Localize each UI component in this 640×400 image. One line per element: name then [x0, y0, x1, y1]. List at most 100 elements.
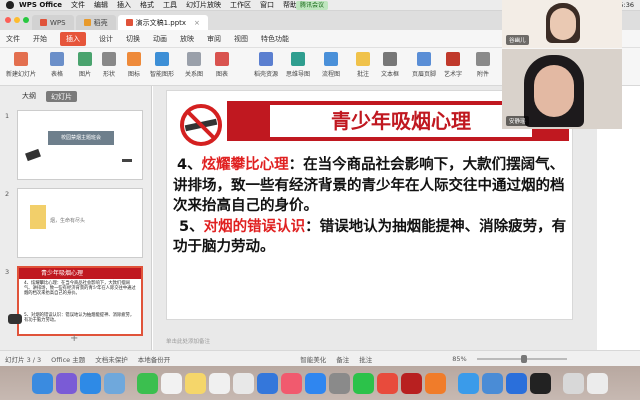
- thumb-text-1: 4、炫耀攀比心理：在当今商品社会影响下，大款们摆阔气、讲排场，致一些有经济背景的…: [24, 281, 136, 297]
- comment-toggle[interactable]: 批注: [359, 354, 372, 364]
- tab-presentation[interactable]: 演示文稿1.pptx ×: [117, 15, 208, 30]
- menu-edit[interactable]: 编辑: [94, 0, 108, 10]
- slide-thumbnail-3[interactable]: 青少年吸烟心理 4、炫耀攀比心理：在当今商品社会影响下，大款们摆阔气、讲排场，致…: [17, 266, 143, 336]
- qq-penguin-icon[interactable]: [530, 372, 551, 394]
- slide-thumbnail-1[interactable]: 校园禁烟主题班会: [17, 110, 143, 180]
- menu-workspace[interactable]: 工作区: [230, 0, 251, 10]
- trash-icon[interactable]: [587, 372, 608, 394]
- add-slide-icon[interactable]: +: [70, 333, 78, 344]
- cigarette-graphic-icon: [30, 205, 46, 229]
- comment-button[interactable]: 批注: [356, 52, 370, 78]
- launchpad-icon[interactable]: [425, 372, 446, 394]
- zoom-window-icon[interactable]: [23, 17, 29, 23]
- tab-wps[interactable]: WPS: [32, 15, 74, 30]
- tab-daoke[interactable]: 稻壳: [75, 15, 116, 30]
- menu-app-name[interactable]: WPS Office: [19, 1, 62, 9]
- shape-button[interactable]: 形状: [102, 52, 116, 78]
- flowchart-button[interactable]: 流程图: [322, 52, 340, 78]
- wps-dock-icon[interactable]: [377, 372, 398, 394]
- mindmap-button[interactable]: 思维导图: [286, 52, 310, 78]
- button-label: 新建幻灯片: [6, 71, 37, 78]
- point-number: 4、: [177, 157, 202, 173]
- mail-icon[interactable]: [104, 372, 125, 394]
- menu-window[interactable]: 窗口: [260, 0, 274, 10]
- apple-icon[interactable]: [6, 1, 14, 9]
- flash-icon[interactable]: [401, 372, 422, 394]
- ribbon-tab-transition[interactable]: 切换: [126, 34, 140, 44]
- button-label: 表格: [50, 71, 63, 78]
- chart-button[interactable]: 图表: [215, 52, 229, 78]
- icon-button[interactable]: 图标: [127, 52, 141, 78]
- point-heading: 对烟的错误认识: [203, 218, 306, 235]
- protect-status[interactable]: 文档未保护: [95, 354, 128, 364]
- wordart-button[interactable]: 艺术字: [444, 52, 462, 78]
- smart-graphic-button[interactable]: 智能图形: [150, 52, 174, 78]
- ribbon-tab-insert[interactable]: 插入: [60, 31, 86, 46]
- dock: [0, 366, 640, 400]
- close-tab-icon[interactable]: ×: [194, 19, 200, 27]
- ribbon-tab-design[interactable]: 设计: [99, 34, 113, 44]
- menu-file[interactable]: 文件: [71, 0, 85, 10]
- menu-insert[interactable]: 插入: [117, 0, 131, 10]
- ribbon-tab-slideshow[interactable]: 放映: [180, 34, 194, 44]
- attachment-button[interactable]: 附件: [476, 52, 490, 78]
- meeting-indicator[interactable]: 腾讯会议: [296, 1, 329, 10]
- screen-share-icon[interactable]: [482, 372, 503, 394]
- music-icon[interactable]: [281, 372, 302, 394]
- resource-button[interactable]: 稻壳资源: [254, 52, 278, 78]
- calendar-icon[interactable]: [161, 372, 182, 394]
- tencent-meeting-icon[interactable]: [458, 372, 479, 394]
- chat-bubble-icon[interactable]: [8, 314, 22, 324]
- table-button[interactable]: 表格: [50, 52, 64, 78]
- new-slide-button[interactable]: 新建幻灯片: [6, 52, 36, 78]
- video-tile-2[interactable]: 安静瑶: [502, 49, 622, 129]
- button-label: 艺术字: [444, 71, 463, 78]
- menu-tools[interactable]: 工具: [163, 0, 177, 10]
- tab-outline[interactable]: 大纲: [22, 91, 36, 102]
- minimize-window-icon[interactable]: [14, 17, 20, 23]
- system-preferences-icon[interactable]: [329, 372, 350, 394]
- reminders-icon[interactable]: [209, 372, 230, 394]
- header-footer-button[interactable]: 页眉页脚: [412, 52, 436, 78]
- picture-button[interactable]: 图片: [78, 52, 92, 78]
- zoom-level[interactable]: 85%: [452, 355, 466, 363]
- ribbon-tab-animation[interactable]: 动画: [153, 34, 167, 44]
- button-label: 图表: [215, 71, 228, 78]
- video-tile-1[interactable]: 谷幽儿: [502, 0, 622, 48]
- table-icon: [50, 52, 64, 66]
- finder-icon[interactable]: [32, 372, 53, 394]
- safari-icon[interactable]: [80, 372, 101, 394]
- point-number: 5、: [179, 218, 204, 235]
- menu-help[interactable]: 帮助: [283, 0, 297, 10]
- cigarette-decoration-icon: [122, 159, 132, 162]
- app-store-icon[interactable]: [305, 372, 326, 394]
- menu-format[interactable]: 格式: [140, 0, 154, 10]
- ribbon-tab-review[interactable]: 审阅: [207, 34, 221, 44]
- backup-status[interactable]: 本地备份开: [138, 354, 171, 364]
- ribbon-tab-file[interactable]: 文件: [6, 34, 20, 44]
- textbox-button[interactable]: 文本框: [381, 52, 399, 78]
- tab-slides[interactable]: 幻灯片: [46, 91, 77, 102]
- textbox-icon: [383, 52, 397, 66]
- smart-beautify-button[interactable]: 智能美化: [300, 354, 326, 364]
- zoom-slider[interactable]: [476, 354, 567, 363]
- wechat-icon[interactable]: [353, 372, 374, 394]
- relation-chart-button[interactable]: 关系图: [185, 52, 203, 78]
- notes-placeholder[interactable]: 单击此处添加备注: [166, 337, 210, 345]
- downloads-icon[interactable]: [563, 372, 584, 394]
- keynote-icon[interactable]: [257, 372, 278, 394]
- notes-toggle[interactable]: 备注: [336, 354, 349, 364]
- photos-icon[interactable]: [233, 372, 254, 394]
- notes-app-icon[interactable]: [185, 372, 206, 394]
- ribbon-tab-view[interactable]: 视图: [234, 34, 248, 44]
- zoom-slider-handle[interactable]: [520, 354, 527, 363]
- ribbon-tab-features[interactable]: 特色功能: [261, 34, 289, 44]
- slide-thumbnail-2[interactable]: 烟，生命有尽头: [17, 188, 143, 258]
- menu-slideshow[interactable]: 幻灯片放映: [186, 0, 221, 10]
- facetime-icon[interactable]: [137, 372, 158, 394]
- qq-icon[interactable]: [506, 372, 527, 394]
- meeting-label: 腾讯会议: [300, 2, 325, 9]
- ribbon-tab-home[interactable]: 开始: [33, 34, 47, 44]
- close-window-icon[interactable]: [5, 17, 11, 23]
- siri-icon[interactable]: [56, 372, 77, 394]
